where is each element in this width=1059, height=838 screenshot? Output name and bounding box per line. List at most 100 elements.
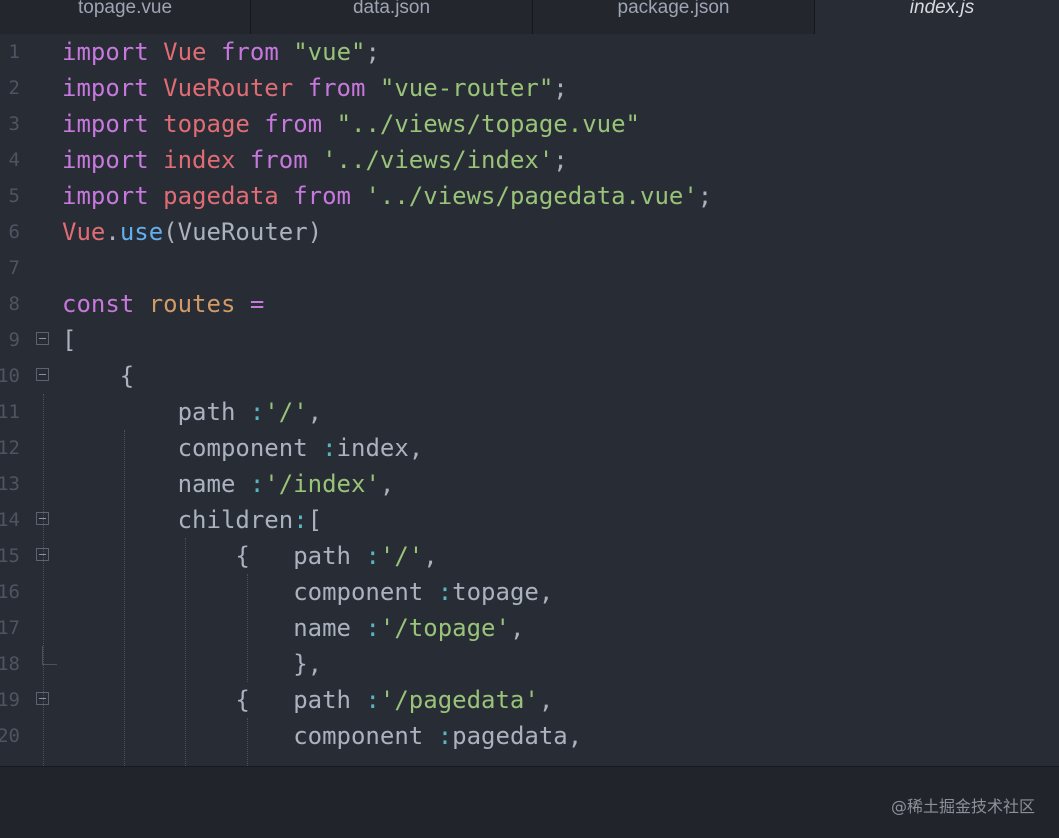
code-line[interactable]: 11 path :'/', [0,394,1059,430]
code-token: import [62,38,149,66]
code-token: , [538,686,554,714]
line-number: 3 [8,113,20,135]
watermark: @稀土掘金技术社区 [890,797,1035,816]
code-line[interactable]: 16 component :topage, [0,574,1059,610]
code-text: { path :'/pagedata', [62,682,553,718]
code-text: component :topage, [62,574,553,610]
code-line[interactable]: 13 name :'/index', [0,466,1059,502]
code-line[interactable]: 14 children:[ [0,502,1059,538]
tab-label: data.json [352,0,431,18]
code-line[interactable]: 3 import topage from "../views/topage.vue… [0,106,1059,142]
code-line[interactable]: 18 }, [0,646,1059,682]
code-text: name :'/index', [62,466,395,502]
code-token: { [62,362,135,390]
code-line[interactable]: 10 { [0,358,1059,394]
code-text: import index from '../views/index'; [62,142,568,178]
code-token: : [249,470,265,498]
code-editor[interactable]: 1 import Vue from "vue"; 2 import VueRouter… [0,34,1059,766]
line-number: 18 [0,653,20,675]
tab-package-json[interactable]: package.json [533,0,815,34]
code-line[interactable]: 17 name :'/topage', [0,610,1059,646]
code-line[interactable]: 9[ [0,322,1059,358]
code-token: : [437,578,453,606]
code-token: index, [336,434,424,462]
code-token: : [365,686,380,714]
line-number: 2 [8,77,20,99]
code-line[interactable]: 12 component :index, [0,430,1059,466]
line-number: 11 [0,401,20,423]
code-line[interactable]: 2 import VueRouter from "vue-router"; [0,70,1059,106]
code-text: }, [62,646,322,682]
code-token: , [307,398,323,426]
line-number: 1 [8,41,20,63]
code-token: (VueRouter) [163,218,323,246]
line-number: 19 [0,689,20,711]
code-text: import pagedata from '../views/pagedata.… [62,178,712,214]
code-token: }, [62,650,323,678]
code-token: , [379,470,395,498]
tab-index-js[interactable]: index.js [815,0,1059,34]
code-text: children:[ [62,502,323,538]
code-token: import [62,74,149,102]
line-number: 7 [8,257,20,279]
code-token: = [249,290,265,318]
code-token: : [322,434,337,462]
code-token: name [62,470,250,498]
code-token: "../views/topage.vue" [336,110,640,138]
line-number: 12 [0,437,20,459]
code-line[interactable]: 5 import pagedata from '../views/pagedata… [0,178,1059,214]
code-text: import topage from "../views/topage.vue" [62,106,640,142]
line-number: 16 [0,581,20,603]
line-number: 17 [0,617,20,639]
code-token: : [365,614,380,642]
fold-toggle-icon[interactable] [36,512,49,525]
fold-toggle-icon[interactable] [36,332,49,345]
code-line[interactable]: 15 { path :'/', [0,538,1059,574]
code-text: path :'/', [62,394,323,430]
code-line[interactable]: 19 { path :'/pagedata', [0,682,1059,718]
code-line[interactable]: 1 import Vue from "vue"; [0,34,1059,70]
fold-toggle-icon[interactable] [36,548,49,561]
code-line[interactable]: 20 component :pagedata, [0,718,1059,754]
code-text: component :index, [62,430,424,466]
status-bar: @稀土掘金技术社区 [0,766,1059,838]
code-line[interactable]: 4 import index from '../views/index'; [0,142,1059,178]
code-text: { path :'/', [62,538,437,574]
code-line[interactable]: 8 const routes = [0,286,1059,322]
tab-topage-vue[interactable]: topage.vue [0,0,251,34]
code-token: , [509,614,525,642]
code-text: const routes = [62,286,264,322]
code-token: : [249,398,265,426]
code-token: from [293,182,351,210]
code-token: topage, [452,578,554,606]
tab-data-json[interactable]: data.json [251,0,533,34]
code-token: : [365,542,380,570]
code-token: ; [553,74,568,102]
code-token: : [437,722,453,750]
code-token: [ [62,326,77,354]
code-token: import [62,146,149,174]
code-line[interactable]: 7 [0,250,1059,286]
code-token: topage [163,110,250,138]
code-token: '/' [264,398,308,426]
code-token: ; [365,38,380,66]
code-token: ; [553,146,568,174]
fold-toggle-icon[interactable] [36,368,49,381]
line-number: 13 [0,473,20,495]
line-number: 5 [8,185,20,207]
code-token: ; [697,182,713,210]
code-token: component [62,722,438,750]
tab-label: index.js [909,0,975,18]
tab-label: package.json [617,0,730,18]
code-token: component [62,434,323,462]
code-line[interactable]: 6 Vue.use(VueRouter) [0,214,1059,250]
fold-toggle-icon[interactable] [36,692,49,705]
